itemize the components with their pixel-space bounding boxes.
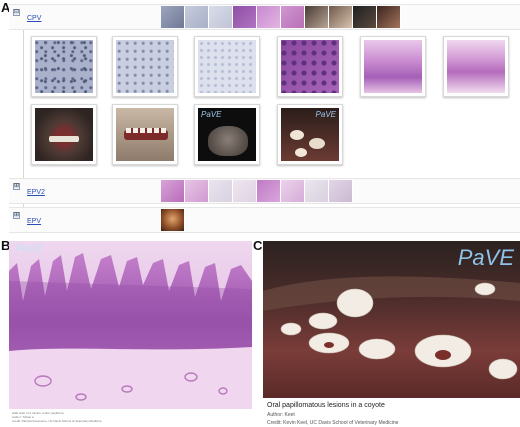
histology-image: PaVE bbox=[9, 241, 252, 409]
strip-thumb[interactable] bbox=[233, 180, 257, 202]
clinical-photo-figure: PaVE Oral papillomatous lesions in a coy… bbox=[263, 241, 520, 427]
pave-watermark: PaVE bbox=[457, 245, 514, 270]
thumbnail-strip-epv[interactable] bbox=[161, 209, 185, 231]
collapse-toggle-cpv[interactable]: ⊟ bbox=[13, 9, 20, 16]
image-thumbnail[interactable] bbox=[31, 36, 97, 97]
photo-caption-credit: Credit: Kevin Keel, UC Davis School of V… bbox=[267, 420, 399, 426]
image-thumbnail[interactable] bbox=[277, 36, 343, 97]
strip-thumb[interactable] bbox=[329, 180, 353, 202]
strip-thumb[interactable] bbox=[185, 6, 209, 28]
image-thumbnail[interactable]: PaVE bbox=[194, 104, 260, 165]
image-thumbnail[interactable] bbox=[112, 36, 178, 97]
image-thumbnail[interactable] bbox=[112, 104, 178, 165]
image-thumbnail[interactable] bbox=[443, 36, 509, 97]
clinical-photo: PaVE bbox=[263, 241, 520, 398]
expand-toggle-epv2[interactable]: ⊞ bbox=[13, 183, 20, 190]
strip-thumb[interactable] bbox=[209, 180, 233, 202]
strip-thumb[interactable] bbox=[281, 180, 305, 202]
thumbnail-strip-epv2[interactable] bbox=[161, 180, 353, 202]
row-epv2-header: ⊞ EPV2 bbox=[9, 178, 520, 204]
pave-watermark: PaVE bbox=[15, 243, 44, 255]
image-thumbnail[interactable]: PaVE bbox=[277, 104, 343, 165]
strip-thumb[interactable] bbox=[257, 6, 281, 28]
row-epv-header: ⊞ EPV bbox=[9, 207, 520, 233]
row-link-epv2[interactable]: EPV2 bbox=[27, 189, 45, 196]
strip-thumb[interactable] bbox=[209, 6, 233, 28]
row-link-cpv[interactable]: CPV bbox=[27, 15, 41, 22]
photo-caption-author: Author: Keet bbox=[267, 412, 295, 418]
image-thumbnail[interactable] bbox=[194, 36, 260, 97]
image-thumbnail[interactable] bbox=[31, 104, 97, 165]
strip-thumb[interactable] bbox=[329, 6, 353, 28]
pave-watermark: PaVE bbox=[315, 110, 336, 119]
strip-thumb[interactable] bbox=[281, 6, 305, 28]
strip-thumb[interactable] bbox=[305, 180, 329, 202]
strip-thumb[interactable] bbox=[161, 6, 185, 28]
photo-caption-title: Oral papillomatous lesions in a coyote bbox=[267, 402, 385, 409]
strip-thumb[interactable] bbox=[161, 209, 185, 231]
he-stain-illustration bbox=[9, 241, 252, 409]
strip-thumb[interactable] bbox=[377, 6, 401, 28]
row-cpv-header: ⊟ CPV bbox=[9, 4, 520, 30]
row-link-epv[interactable]: EPV bbox=[27, 218, 41, 225]
strip-thumb[interactable] bbox=[305, 6, 329, 28]
pave-watermark: PaVE bbox=[201, 110, 222, 119]
image-browser-panel: ⊟ CPV PaVE PaVE ⊞ EPV2 ⊞ EPV bbox=[9, 2, 520, 234]
panel-label-c: C bbox=[253, 238, 263, 253]
histology-figure: PaVE H&E stain of a canine ocular papill… bbox=[9, 241, 252, 427]
thumbnail-strip-cpv[interactable] bbox=[161, 6, 401, 28]
caption-credit: Credit: Patricia Pesavento, UC Davis Sch… bbox=[12, 419, 102, 423]
strip-thumb[interactable] bbox=[233, 6, 257, 28]
strip-thumb[interactable] bbox=[161, 180, 185, 202]
strip-thumb[interactable] bbox=[257, 180, 281, 202]
strip-thumb[interactable] bbox=[185, 180, 209, 202]
image-thumbnail[interactable] bbox=[360, 36, 426, 97]
expand-toggle-epv[interactable]: ⊞ bbox=[13, 212, 20, 219]
strip-thumb[interactable] bbox=[353, 6, 377, 28]
